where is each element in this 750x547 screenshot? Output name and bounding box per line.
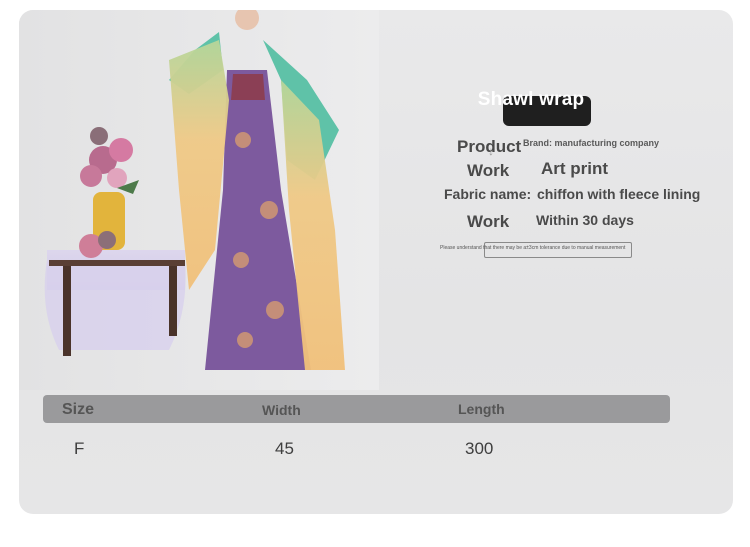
size-table-header — [43, 395, 670, 423]
size-cell: F — [74, 439, 85, 458]
spec-label-fabric: Fabric name: — [444, 186, 532, 202]
spec-label-work-time: Work — [467, 212, 510, 231]
product-title: Shawl wrap — [477, 89, 585, 110]
product-info-card — [19, 10, 733, 514]
spec-label-work: Work — [467, 161, 510, 180]
length-cell: 300 — [465, 439, 494, 458]
spec-value-fabric: chiffon with fleece lining — [537, 186, 701, 202]
width-cell: 45 — [275, 439, 294, 458]
spec-value-delivery: Within 30 days — [536, 212, 634, 228]
measurement-notice: Please understand that there may be a±3c… — [440, 245, 626, 251]
spec-value-brand: Brand: manufacturing company — [523, 138, 660, 148]
size-column-header: Size — [62, 401, 95, 418]
arrow-down-icon: ↓ — [488, 144, 494, 158]
length-column-header: Length — [458, 401, 505, 417]
width-column-header: Width — [262, 402, 301, 418]
spec-value-art-print: Art print — [541, 159, 609, 178]
product-photo-illustration — [19, 10, 379, 390]
product-photo — [19, 10, 379, 390]
